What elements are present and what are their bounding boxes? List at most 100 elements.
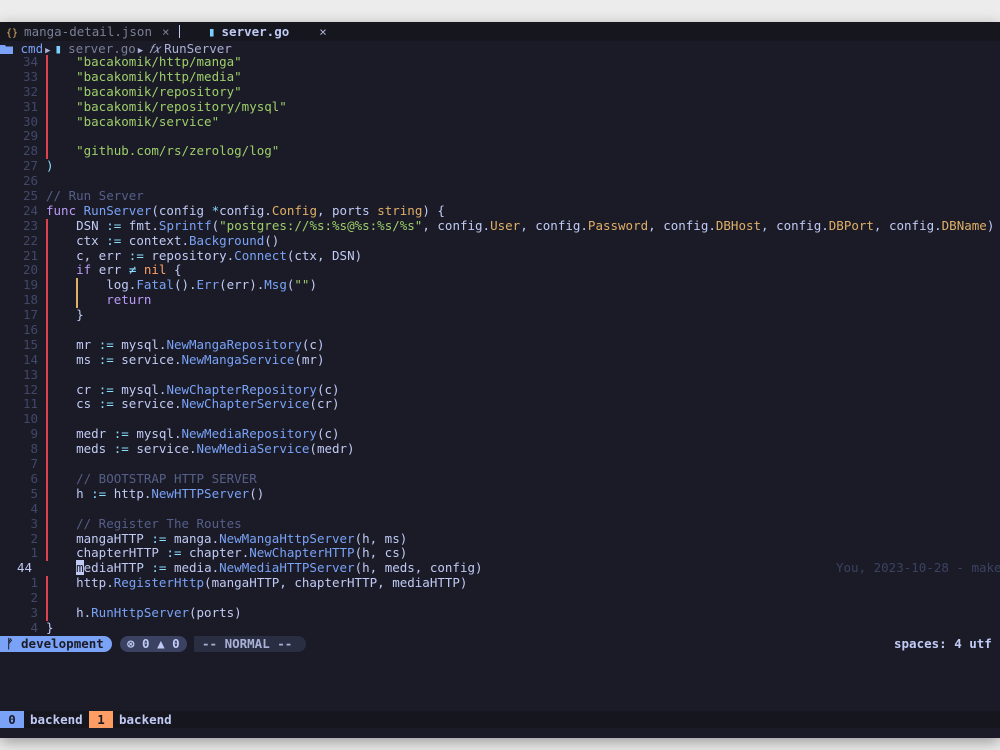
code-line[interactable]: 17 } [0,307,1000,324]
tab-manga-detail-json[interactable]: {} manga-detail.json × [6,22,170,41]
tab-label: manga-detail.json [24,24,152,39]
diagnostics[interactable]: ⊗ 0 ▲ 0 [120,636,187,652]
code-line[interactable]: 24 func RunServer(config *config.Config, … [0,202,1000,219]
code-line[interactable]: 29 [0,128,1000,145]
code-text: ctx := context.Background() [46,232,280,248]
code-line[interactable]: 15 mr := mysql.NewMangaRepository(c) [0,336,1000,353]
line-number: 24 [22,202,38,218]
indent-guide [46,501,48,517]
line-number: 27 [22,158,38,174]
file-format-info: spaces: 4 utf [894,636,992,651]
line-number: 11 [22,396,38,412]
code-text: "bacakomik/repository" [76,83,242,99]
tab-bar: {} manga-detail.json × ▮ server.go × [0,22,1000,41]
line-number: 13 [22,366,38,382]
code-line[interactable]: 31 "bacakomik/repository/mysql" [0,98,1000,115]
code-line[interactable]: 8 meds := service.NewMediaService(medr) [0,441,1000,458]
code-line[interactable]: 16 [0,322,1000,338]
code-text: // Register The Routes [76,515,242,531]
code-line[interactable]: 10 [0,411,1000,428]
code-line[interactable]: 26 [0,173,1000,189]
line-number: 20 [22,262,38,278]
code-line[interactable]: 1 http.RegisterHttp(mangaHTTP, chapterHT… [0,575,1000,592]
code-text: chapterHTTP := chapter.NewChapterHTTP(h,… [46,545,408,561]
close-icon[interactable]: × [319,24,327,39]
line-number: 14 [22,351,38,367]
code-line[interactable]: 28 "github.com/rs/zerolog/log" [0,143,1000,160]
code-text: cr := mysql.NewChapterRepository(c) [46,381,340,397]
line-number: 21 [22,247,38,263]
code-line[interactable]: 3 h.RunHttpServer(ports) [0,604,1000,621]
code-line[interactable]: 3 // Register The Routes [0,515,1000,532]
error-count: ⊗ 0 [127,636,150,651]
tmux-window-name[interactable]: backend [30,711,83,728]
code-line[interactable]: 1 chapterHTTP := chapter.NewChapterHTTP(… [0,545,1000,562]
current-code-line[interactable]: 44 mediaHTTP := media.NewMediaHTTPServer… [0,560,1000,576]
line-number: 4 [30,619,38,635]
code-line[interactable]: 33 "bacakomik/http/media" [0,68,1000,85]
code-text: // Run Server [46,188,144,204]
code-line[interactable]: 5 h := http.NewHTTPServer() [0,485,1000,502]
code-text: medr := mysql.NewMediaRepository(c) [46,426,340,442]
git-branch[interactable]: ᚠ development [0,636,112,652]
code-line[interactable]: 13 [0,366,1000,383]
tmux-window-name[interactable]: backend [119,711,172,728]
line-number: 1 [30,545,38,561]
code-line[interactable]: 32 "bacakomik/repository" [0,83,1000,100]
line-number: 15 [22,336,38,352]
code-line[interactable]: 22 ctx := context.Background() [0,232,1000,249]
code-line[interactable]: 4 [0,500,1000,517]
code-text: log.Fatal().Err(err).Msg("") [46,277,317,293]
tmux-window-index[interactable]: 0 [0,711,24,728]
code-text: h := http.NewHTTPServer() [46,485,265,501]
code-line[interactable]: 23 DSN := fmt.Sprintf("postgres://%s:%s@… [0,217,1000,234]
code-line[interactable]: 30 "bacakomik/service" [0,113,1000,130]
code-line[interactable]: 19 log.Fatal().Err(err).Msg("") [0,277,1000,294]
go-file-icon: ▮ [208,24,216,39]
code-line[interactable]: 6 // BOOTSTRAP HTTP SERVER [0,471,1000,487]
code-text: c, err := repository.Connect(ctx, DSN) [46,247,363,263]
code-text: ) [46,158,54,174]
code-line[interactable]: 25 // Run Server [0,188,1000,204]
code-line[interactable]: 12 cr := mysql.NewChapterRepository(c) [0,381,1000,398]
code-line[interactable]: 11 cs := service.NewChapterService(cr) [0,396,1000,413]
close-icon[interactable]: × [162,24,170,39]
line-number: 32 [22,83,38,99]
indent-guide [46,591,48,606]
code-line[interactable]: 14 ms := service.NewMangaService(mr) [0,351,1000,368]
code-line[interactable]: 27) [0,158,1000,174]
code-line[interactable]: 18 return [0,292,1000,309]
code-line[interactable]: 7 [0,456,1000,472]
line-number: 1 [30,575,38,591]
code-line[interactable]: 9 medr := mysql.NewMediaRepository(c) [0,426,1000,443]
line-number: 34 [22,54,38,69]
tmux-window-index[interactable]: 1 [89,711,113,728]
line-number: 33 [22,68,38,84]
code-line[interactable]: 21 c, err := repository.Connect(ctx, DSN… [0,247,1000,264]
editor-window: {} manga-detail.json × ▮ server.go × cmd ▶ ▮ se… [0,22,1000,738]
tab-server-go[interactable]: ▮ server.go × [208,22,327,41]
line-number: 3 [30,515,38,531]
line-number: 30 [22,113,38,129]
code-text: "bacakomik/repository/mysql" [76,98,287,114]
line-number: 29 [22,128,38,144]
code-line[interactable]: 4} [0,619,1000,636]
code-text: DSN := fmt.Sprintf("postgres://%s:%s@%s:… [46,217,995,233]
line-number: 3 [30,604,38,620]
code-text: "bacakomik/service" [76,113,220,129]
code-line[interactable]: 20 if err ≠ nil { [0,262,1000,279]
line-number: 44 [16,560,32,576]
line-number: 4 [30,500,38,516]
code-line[interactable]: 2 mangaHTTP := manga.NewMangaHttpServer(… [0,531,1000,547]
code-text: func RunServer(config *config.Config, po… [46,202,445,218]
json-file-icon: {} [6,28,19,39]
code-line[interactable]: 2 [0,590,1000,606]
code-text: mr := mysql.NewMangaRepository(c) [46,336,325,352]
line-number: 8 [30,441,38,457]
git-blame-annotation: You, 2023-10-28 - make [836,560,1000,576]
code-text: mediaHTTP := media.NewMediaHTTPServer(h,… [76,560,483,576]
code-editor[interactable]: 34 "bacakomik/http/manga" 33 "bacakomik/h… [0,54,1000,636]
code-line[interactable]: 34 "bacakomik/http/manga" [0,54,1000,70]
line-number: 7 [30,456,38,472]
code-text: } [46,619,54,635]
